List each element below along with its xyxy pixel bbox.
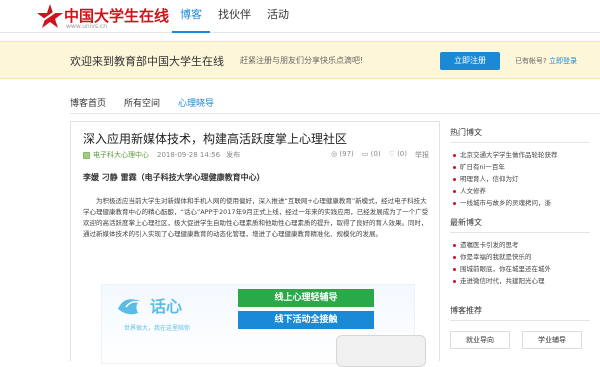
list-item[interactable]: 人文修养 [450,185,590,197]
tab-all-spaces[interactable]: 所有空间 [124,97,160,117]
tab-blog-home[interactable]: 博客首页 [70,97,106,117]
hot-posts-section: 热门博文 北京交通大学学生做作品轮轮获荐 旷日有ni一百年 明理育人，信仰为灯 … [450,127,590,209]
report-link[interactable]: 举报 [415,150,429,160]
article-panel: 深入应用新媒体技术，构建高活跃度掌上心理社区 电子科大心理中心 2018-09-… [70,121,440,367]
login-tip: 已有帐号? 立即登录 [515,56,577,66]
list-item[interactable]: 围城前眼底，你在城里还在城外 [450,263,590,275]
list-item[interactable]: 北京交通大学学生做作品轮轮获荐 [450,149,590,161]
eye-icon: ◎ [331,150,338,158]
list-item[interactable]: 你是幸福的我就是快乐的 [450,251,590,263]
likes-count: (0) [397,150,407,158]
like-icon: ♡ [388,150,395,158]
phone-mockup [336,335,426,367]
article-date: 2018-09-28 14:56 [157,151,221,159]
welcome-text: 欢迎来到教育部中国大学生在线 [70,55,224,68]
app-tagline: 世界很大，我在这里陪你 [124,325,191,332]
study-guide-button[interactable]: 学业辅导 [522,331,582,349]
comments-stat[interactable]: ▭ (0) [362,150,381,160]
nav-activity[interactable]: 活动 [259,0,297,33]
login-link[interactable]: 立即登录 [549,57,577,65]
site-logo[interactable]: 中国大学生在线 www.univs.cn [36,3,169,31]
main-nav: 博客 找伙伴 活动 [172,0,297,33]
views-count: (97) [339,150,354,158]
banner-subtext: 赶紧注册与朋友们分享快乐点滴吧! [240,56,364,65]
article-body: 为积极适应当前大学生对新媒体和手机人网的使用偏好，深入推进“互联网+心理健康教育… [83,197,429,238]
latest-posts-title: 最新博文 [450,217,590,233]
latest-posts-list: 遗嘱医卡引发的思考 你是幸福的我就是快乐的 围城前眼底，你在城里还在城外 走进微… [450,239,590,287]
publish-label: 发布 [226,151,241,159]
recommend-section: 博客推荐 [450,305,590,321]
views-stat[interactable]: ◎ (97) [331,150,354,160]
brand-url: www.univs.cn [66,23,108,30]
article-figure: 话心 世界很大，我在这里陪你 线上心理轻辅导 线下活动全接触 [101,284,426,367]
online-guidance-banner: 线上心理轻辅导 [238,289,374,307]
hot-posts-list: 北京交通大学学生做作品轮轮获荐 旷日有ni一百年 明理育人，信仰为灯 人文修养 … [450,149,590,209]
hot-posts-title: 热门博文 [450,127,590,143]
article-stats: ◎ (97) ▭ (0) ♡ (0) 举报 [331,150,429,160]
app-name: 话心 [150,297,183,316]
comments-count: (0) [370,150,381,158]
list-item[interactable]: 旷日有ni一百年 [450,161,590,173]
latest-posts-section: 最新博文 遗嘱医卡引发的思考 你是幸福的我就是快乐的 围城前眼底，你在城里还在城… [450,217,590,287]
likes-stat[interactable]: ♡ (0) [389,150,407,160]
article-meta: 电子科大心理中心 2018-09-28 14:56 发布 ◎ (97) ▭ (0… [83,150,429,160]
login-prefix: 已有帐号? [515,57,547,65]
employment-guide-button[interactable]: 就业导向 [450,331,510,349]
nav-find-partner[interactable]: 找伙伴 [210,0,259,33]
recommend-title: 博客推荐 [450,305,590,321]
category-icon [83,151,90,159]
article-category[interactable]: 电子科大心理中心 [93,150,149,160]
tab-psych-guide[interactable]: 心理晓导 [178,97,214,117]
nav-blog[interactable]: 博客 [172,0,210,33]
comment-icon: ▭ [361,150,369,158]
star-logo-icon [37,4,63,28]
list-item[interactable]: 一线城市与故乡的灵魂拷问，浙 [450,197,590,209]
recommend-buttons: 就业导向 学业辅导 [450,331,590,349]
top-header: 中国大学生在线 www.univs.cn 博客 找伙伴 活动 [0,0,600,33]
register-button[interactable]: 立即注册 [440,52,500,70]
offline-activity-banner: 线下活动全接触 [238,311,374,329]
list-item[interactable]: 明理育人，信仰为灯 [450,173,590,185]
subnav-divider [70,113,600,114]
article-authors: 李媛 刁静 雷霖（电子科技大学心理健康教育中心） [83,173,265,182]
list-item[interactable]: 走进微信时代，共建阳光心理 [450,275,590,287]
blog-subnav: 博客首页 所有空间 心理晓导 [70,97,590,117]
welcome-banner: 欢迎来到教育部中国大学生在线 赶紧注册与朋友们分享快乐点滴吧! 立即注册 已有帐… [0,41,600,79]
article-title: 深入应用新媒体技术，构建高活跃度掌上心理社区 [83,132,348,146]
list-item[interactable]: 遗嘱医卡引发的思考 [450,239,590,251]
